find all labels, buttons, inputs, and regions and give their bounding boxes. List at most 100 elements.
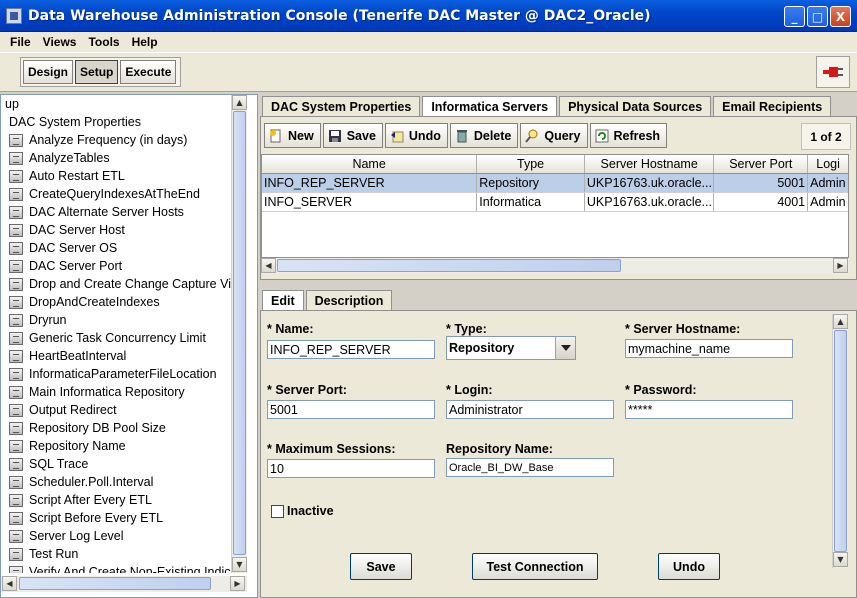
table-row[interactable]: INFO_REP_SERVER Repository UKP16763.uk.o… — [262, 174, 848, 193]
new-button[interactable]: New — [264, 123, 321, 148]
property-icon — [9, 421, 23, 435]
list-item[interactable]: DAC Server Port — [1, 257, 231, 275]
tab-edit[interactable]: Edit — [262, 290, 304, 310]
property-icon — [9, 511, 23, 525]
properties-list[interactable]: up DAC System Properties Analyze Frequen… — [1, 95, 231, 573]
list-item[interactable]: DropAndCreateIndexes — [1, 293, 231, 311]
scroll-left-arrow[interactable]: ◀ — [2, 576, 17, 591]
title-bar[interactable]: Data Warehouse Administration Console (T… — [0, 0, 857, 32]
table-horizontal-scrollbar[interactable]: ◀ ▶ — [261, 258, 849, 274]
list-item[interactable]: InformaticaParameterFileLocation — [1, 365, 231, 383]
server-hostname-field[interactable]: mymachine_name — [625, 339, 793, 358]
connect-button[interactable] — [816, 56, 850, 88]
column-header-server-hostname[interactable]: Server Hostname — [585, 155, 715, 173]
query-button[interactable]: Query — [520, 123, 588, 148]
left-horizontal-scrollbar[interactable]: ◀ ▶ — [1, 576, 247, 592]
list-item[interactable]: Server Log Level — [1, 527, 231, 545]
scroll-thumb[interactable] — [233, 111, 246, 555]
setup-button[interactable]: Setup — [75, 60, 119, 84]
property-icon — [9, 403, 23, 417]
list-item[interactable]: Verify And Create Non-Existing Indic — [1, 563, 231, 573]
list-item[interactable]: DAC Server Host — [1, 221, 231, 239]
list-item[interactable]: SQL Trace — [1, 455, 231, 473]
list-item[interactable]: DAC Alternate Server Hosts — [1, 203, 231, 221]
inactive-checkbox[interactable] — [271, 505, 284, 518]
split-divider[interactable] — [260, 280, 857, 288]
execute-button[interactable]: Execute — [120, 60, 177, 84]
scroll-up-arrow[interactable]: ▲ — [833, 314, 848, 329]
scroll-up-arrow[interactable]: ▲ — [232, 95, 247, 110]
list-item[interactable]: Repository DB Pool Size — [1, 419, 231, 437]
magnifier-icon — [525, 129, 538, 143]
close-button[interactable]: X — [830, 6, 851, 27]
servers-table: Name Type Server Hostname Server Port Lo… — [261, 154, 849, 258]
scroll-left-arrow[interactable]: ◀ — [261, 258, 276, 273]
refresh-button[interactable]: Refresh — [589, 123, 668, 148]
list-item[interactable]: Auto Restart ETL — [1, 167, 231, 185]
undo-button[interactable]: Undo — [384, 123, 448, 148]
list-item[interactable]: Script Before Every ETL — [1, 509, 231, 527]
scroll-thumb[interactable] — [19, 577, 211, 590]
menu-tools[interactable]: Tools — [88, 35, 119, 49]
maximize-button[interactable]: □ — [807, 6, 828, 27]
list-item[interactable]: Analyze Frequency (in days) — [1, 131, 231, 149]
test-connection-button[interactable]: Test Connection — [472, 553, 598, 580]
password-field[interactable]: ***** — [625, 400, 793, 419]
menu-help[interactable]: Help — [132, 35, 158, 49]
save-button[interactable]: Save — [322, 123, 383, 148]
list-item[interactable]: up — [1, 95, 231, 113]
scroll-thumb[interactable] — [277, 259, 621, 272]
tab-description[interactable]: Description — [305, 290, 393, 310]
form-save-button[interactable]: Save — [350, 553, 412, 580]
scroll-right-arrow[interactable]: ▶ — [833, 258, 848, 273]
scroll-right-arrow[interactable]: ▶ — [230, 576, 245, 591]
property-icon — [9, 529, 23, 543]
property-icon — [9, 547, 23, 561]
new-icon — [270, 129, 281, 142]
list-item[interactable]: HeartBeatInterval — [1, 347, 231, 365]
tab-informatica-servers[interactable]: Informatica Servers — [422, 96, 558, 116]
list-item[interactable]: Test Run — [1, 545, 231, 563]
column-header-login[interactable]: Logi — [808, 155, 848, 173]
list-item[interactable]: Generic Task Concurrency Limit — [1, 329, 231, 347]
tab-email-recipients[interactable]: Email Recipients — [713, 96, 832, 116]
list-item[interactable]: Main Informatica Repository — [1, 383, 231, 401]
list-item[interactable]: Output Redirect — [1, 401, 231, 419]
scroll-down-arrow[interactable]: ▼ — [232, 557, 247, 572]
property-icon — [9, 439, 23, 453]
column-header-name[interactable]: Name — [262, 155, 478, 173]
delete-button[interactable]: Delete — [449, 123, 519, 148]
menu-file[interactable]: File — [10, 35, 31, 49]
column-header-server-port[interactable]: Server Port — [714, 155, 809, 173]
type-select[interactable]: Repository — [446, 336, 576, 360]
chevron-down-icon[interactable] — [555, 337, 575, 359]
maximum-sessions-field[interactable]: 10 — [267, 459, 435, 478]
tab-dac-system-properties[interactable]: DAC System Properties — [262, 96, 421, 116]
list-item[interactable]: Scheduler.Poll.Interval — [1, 473, 231, 491]
form-undo-button[interactable]: Undo — [658, 553, 720, 580]
menu-views[interactable]: Views — [43, 35, 77, 49]
list-item[interactable]: CreateQueryIndexesAtTheEnd — [1, 185, 231, 203]
server-port-field[interactable]: 5001 — [267, 400, 435, 419]
list-item[interactable]: Script After Every ETL — [1, 491, 231, 509]
edit-vertical-scrollbar[interactable]: ▲ ▼ — [832, 314, 848, 568]
column-header-type[interactable]: Type — [477, 155, 585, 173]
trash-icon — [456, 129, 467, 142]
scroll-thumb[interactable] — [834, 330, 847, 552]
tab-physical-data-sources[interactable]: Physical Data Sources — [559, 96, 712, 116]
list-item[interactable]: AnalyzeTables — [1, 149, 231, 167]
list-item[interactable]: DAC Server OS — [1, 239, 231, 257]
design-button[interactable]: Design — [23, 60, 74, 84]
left-vertical-scrollbar[interactable]: ▲ ▼ — [231, 95, 247, 573]
list-item[interactable]: Repository Name — [1, 437, 231, 455]
scroll-down-arrow[interactable]: ▼ — [833, 552, 848, 567]
login-field[interactable]: Administrator — [446, 400, 614, 419]
server-port-label: * Server Port: — [267, 383, 347, 397]
list-item[interactable]: Drop and Create Change Capture Vie — [1, 275, 231, 293]
list-item[interactable]: Dryrun — [1, 311, 231, 329]
name-field[interactable]: INFO_REP_SERVER — [267, 340, 435, 359]
list-item[interactable]: DAC System Properties — [1, 113, 231, 131]
minimize-button[interactable]: _ — [784, 6, 805, 27]
repository-name-field[interactable]: Oracle_BI_DW_Base — [446, 458, 614, 477]
table-row[interactable]: INFO_SERVER Informatica UKP16763.uk.orac… — [262, 193, 848, 212]
